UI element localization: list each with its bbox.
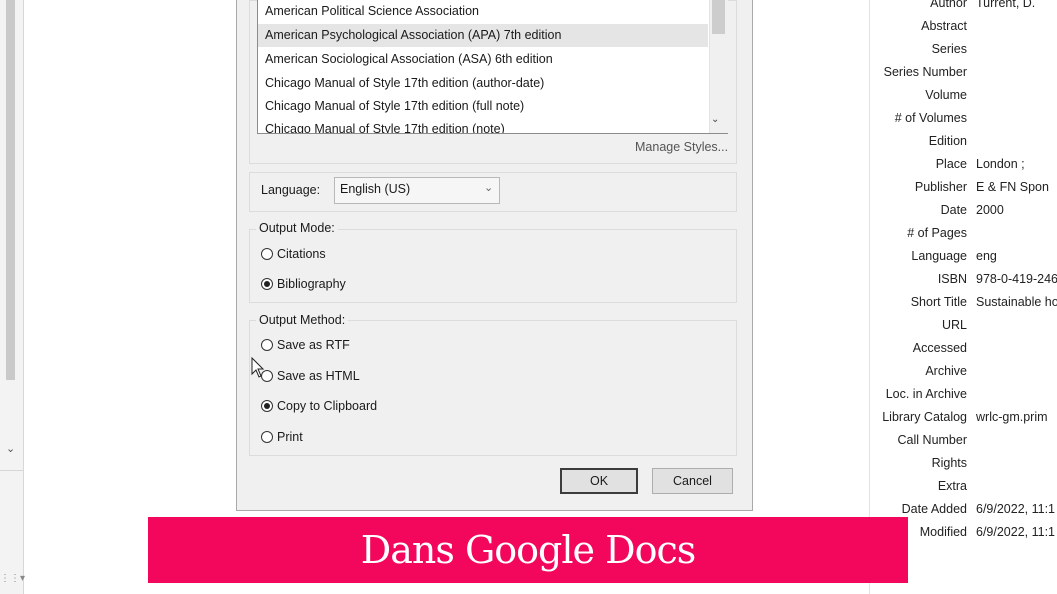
radio-save-html[interactable]: Save as HTML <box>261 366 360 386</box>
cancel-button[interactable]: Cancel <box>652 468 733 494</box>
radio-save-rtf[interactable]: Save as RTF <box>261 335 350 355</box>
info-field-label: Loc. in Archive <box>885 387 967 401</box>
output-mode-title: Output Mode: <box>256 221 338 235</box>
info-field-label: Accessed <box>912 341 967 355</box>
output-method-title: Output Method: <box>256 313 349 327</box>
info-field-label: Call Number <box>897 433 967 447</box>
info-field-label: Edition <box>928 134 967 148</box>
radio-label: Copy to Clipboard <box>277 399 378 413</box>
banner-text: Dans Google Docs <box>360 528 696 572</box>
radio-button[interactable] <box>261 278 273 290</box>
style-item[interactable]: Chicago Manual of Style 17th edition (au… <box>258 72 708 95</box>
info-field-label: # of Pages <box>907 226 967 240</box>
info-field-label: Archive <box>925 364 967 378</box>
info-field-label: Series <box>931 42 967 56</box>
info-field-value[interactable]: 6/9/2022, 11:1 <box>976 521 1055 544</box>
style-item-selected[interactable]: American Psychological Association (APA)… <box>258 24 708 47</box>
radio-copy-clipboard[interactable]: Copy to Clipboard <box>261 396 377 416</box>
info-field-label: Short Title <box>910 295 967 309</box>
info-field-label: Date <box>940 203 967 217</box>
style-item[interactable]: Chicago Manual of Style 17th edition (no… <box>258 118 708 133</box>
manage-styles-link[interactable]: Manage Styles... <box>635 140 728 154</box>
info-field-value[interactable]: 2000 <box>976 199 1004 222</box>
panel-divider <box>869 0 870 594</box>
mouse-cursor-icon <box>251 357 265 378</box>
info-field-value[interactable]: Turrent, D. <box>976 0 1035 15</box>
info-field-label: Modified <box>919 525 967 539</box>
radio-label: Save as RTF <box>277 338 350 352</box>
info-field-value[interactable]: 6/9/2022, 11:1 <box>976 498 1055 521</box>
radio-label: Bibliography <box>277 277 346 291</box>
radio-print[interactable]: Print <box>261 427 303 447</box>
radio-label: Citations <box>277 247 326 261</box>
info-field-value[interactable]: E & FN Spon <box>976 176 1049 199</box>
scrollbar-thumb[interactable] <box>712 0 725 34</box>
info-field-label: Date Added <box>901 502 967 516</box>
info-field-value[interactable]: Sustainable ho <box>976 291 1057 314</box>
info-field-label: Language <box>911 249 967 263</box>
radio-citations[interactable]: Citations <box>261 244 326 264</box>
info-field-label: Rights <box>931 456 967 470</box>
info-field-label: Publisher <box>914 180 967 194</box>
language-value: English (US) <box>340 182 411 196</box>
info-field-value[interactable]: eng <box>976 245 997 268</box>
citation-style-list[interactable]: American Political Science Association A… <box>257 0 728 134</box>
info-field-value[interactable]: wrlc-gm.prim <box>976 406 1048 429</box>
info-field-label: Extra <box>937 479 967 493</box>
chevron-down-icon[interactable]: ⌄ <box>6 442 15 455</box>
divider <box>0 470 23 471</box>
info-field-label: URL <box>941 318 967 332</box>
scroll-down-icon[interactable]: ⌄ <box>711 114 719 125</box>
radio-label: Save as HTML <box>277 369 360 383</box>
language-label: Language: <box>261 183 321 197</box>
info-field-value[interactable]: London ; <box>976 153 1025 176</box>
info-field-label: Volume <box>925 88 967 102</box>
style-item[interactable]: American Sociological Association (ASA) … <box>258 48 708 71</box>
info-field-label: ISBN <box>937 272 967 286</box>
radio-button[interactable] <box>261 248 273 260</box>
info-field-label: # of Volumes <box>894 111 967 125</box>
collapse-arrow-icon[interactable]: ▾ <box>905 0 910 3</box>
left-scrollbar[interactable] <box>6 0 15 380</box>
info-field-label: Abstract <box>921 19 967 33</box>
radio-button[interactable] <box>261 339 273 351</box>
style-item[interactable]: American Political Science Association <box>258 0 708 23</box>
caption-banner: Dans Google Docs <box>148 517 908 583</box>
radio-button[interactable] <box>261 400 273 412</box>
grid-menu-icon[interactable]: ⋮⋮▾ <box>0 573 25 584</box>
info-field-value[interactable]: 978-0-419-246 <box>976 268 1057 291</box>
info-field-label: Library Catalog <box>882 410 967 424</box>
chevron-down-icon: ⌄ <box>484 182 494 194</box>
ok-button[interactable]: OK <box>560 468 638 494</box>
radio-label: Print <box>277 430 303 444</box>
info-field-label: Series Number <box>883 65 967 79</box>
info-field-label: Author <box>930 0 967 10</box>
style-item[interactable]: Chicago Manual of Style 17th edition (fu… <box>258 95 708 118</box>
radio-button[interactable] <box>261 431 273 443</box>
radio-bibliography[interactable]: Bibliography <box>261 274 346 294</box>
info-field-label: Place <box>935 157 967 171</box>
